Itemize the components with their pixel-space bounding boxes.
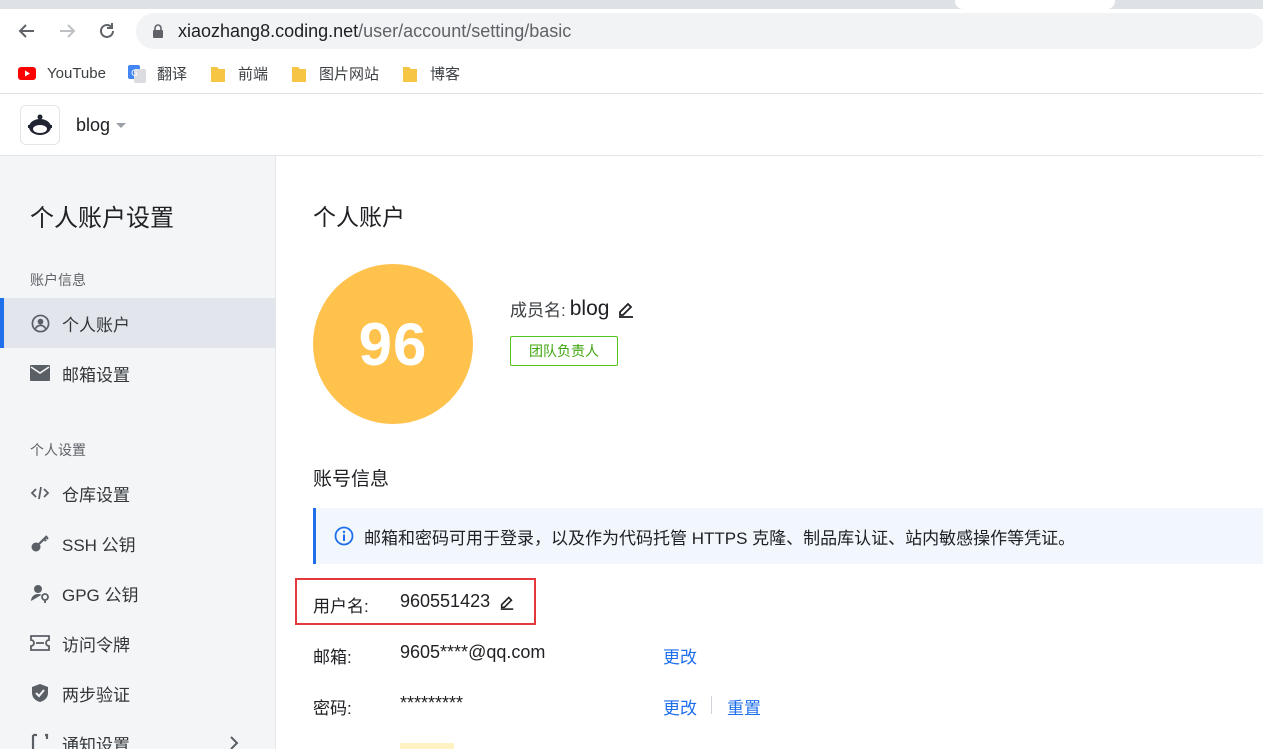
change-email-link[interactable]: 更改 (663, 643, 697, 668)
google-translate-icon: G (127, 64, 146, 83)
code-icon (30, 483, 50, 503)
settings-sidebar: 个人账户设置 账户信息 个人账户 邮箱设置 个人设置 仓库设置 SSH 公钥 G… (0, 156, 276, 749)
edit-pencil-icon[interactable] (617, 300, 635, 318)
bookmark-translate[interactable]: G 翻译 (127, 60, 187, 88)
password-value: ********* (400, 693, 464, 713)
avatar-text: 96 (358, 310, 428, 378)
role-badge: 团队负责人 (510, 336, 618, 366)
sidebar-item-email[interactable]: 邮箱设置 (0, 348, 275, 398)
edit-pencil-icon[interactable] (498, 593, 516, 611)
user-circle-icon (30, 313, 50, 333)
folder-icon (401, 66, 419, 82)
sidebar-section-personal: 个人设置 (30, 442, 86, 458)
bookmark-folder-frontend[interactable]: 前端 (209, 60, 268, 88)
info-notice: 邮箱和密码可用于登录，以及作为代码托管 HTTPS 克隆、制品库认证、站内敏感操… (313, 508, 1263, 564)
bookmark-youtube[interactable]: YouTube (18, 60, 106, 88)
url-text: xiaozhang8.coding.net/user/account/setti… (178, 20, 572, 41)
folder-icon (290, 66, 308, 82)
caret-down-icon[interactable] (116, 122, 127, 128)
browser-toolbar: xiaozhang8.coding.net/user/account/setti… (0, 9, 1263, 54)
bell-icon (30, 733, 50, 749)
user-key-icon (30, 583, 50, 603)
sidebar-item-notification[interactable]: 通知设置 (0, 718, 275, 749)
password-label: 密码: (313, 699, 352, 718)
sidebar-item-gpg[interactable]: GPG 公钥 (0, 568, 275, 618)
team-logo[interactable] (20, 105, 60, 145)
chevron-right-icon[interactable] (229, 735, 239, 749)
change-password-link[interactable]: 更改 (663, 694, 697, 719)
member-label: 成员名: (510, 301, 566, 320)
team-switcher[interactable]: blog (76, 115, 110, 136)
active-browser-tab[interactable] (955, 0, 1115, 9)
main-content: 个人账户 96 成员名: blog 团队负责人 账号信息 邮箱和密码可用于登录，… (277, 156, 1263, 749)
ticket-icon (30, 633, 50, 653)
bookmarks-bar: YouTube G 翻译 前端 图片网站 博客 (0, 54, 1263, 94)
info-icon (334, 526, 354, 546)
reset-password-link[interactable]: 重置 (727, 694, 761, 719)
sidebar-item-repo[interactable]: 仓库设置 (0, 468, 275, 518)
link-divider (711, 696, 712, 714)
sidebar-item-ssh[interactable]: SSH 公钥 (0, 518, 275, 568)
member-name-row: 成员名: blog (510, 296, 635, 321)
cut-off-row-value (400, 743, 454, 749)
envelope-icon (30, 363, 50, 383)
app-header: blog (0, 95, 1263, 156)
lock-icon (152, 24, 164, 38)
shield-check-icon (30, 683, 50, 703)
browser-tab-strip (0, 0, 1263, 9)
address-bar[interactable]: xiaozhang8.coding.net/user/account/setti… (136, 13, 1263, 49)
sidebar-item-token[interactable]: 访问令牌 (0, 618, 275, 668)
member-name: blog (569, 296, 610, 320)
bookmark-folder-blog[interactable]: 博客 (401, 60, 460, 88)
page-title: 个人账户 (313, 204, 405, 230)
username-value: 960551423 (400, 591, 491, 611)
sidebar-section-account: 账户信息 (30, 272, 86, 288)
account-info-heading: 账号信息 (313, 469, 390, 490)
email-value: 9605****@qq.com (400, 642, 546, 662)
username-value-row: 960551423 (400, 591, 516, 612)
forward-arrow-icon[interactable] (54, 18, 80, 44)
avatar[interactable]: 96 (313, 264, 473, 424)
reload-icon[interactable] (94, 18, 120, 44)
back-arrow-icon[interactable] (14, 18, 40, 44)
youtube-icon (18, 66, 36, 82)
svg-text:G: G (131, 69, 138, 79)
key-icon (30, 533, 50, 553)
email-label: 邮箱: (313, 648, 352, 667)
notice-text: 邮箱和密码可用于登录，以及作为代码托管 HTTPS 克隆、制品库认证、站内敏感操… (364, 528, 1076, 548)
folder-icon (209, 66, 227, 82)
sidebar-item-account[interactable]: 个人账户 (0, 298, 275, 348)
sidebar-item-2fa[interactable]: 两步验证 (0, 668, 275, 718)
username-label: 用户名: (313, 597, 369, 616)
bookmark-folder-images[interactable]: 图片网站 (290, 60, 379, 88)
sidebar-title: 个人账户设置 (30, 205, 174, 232)
